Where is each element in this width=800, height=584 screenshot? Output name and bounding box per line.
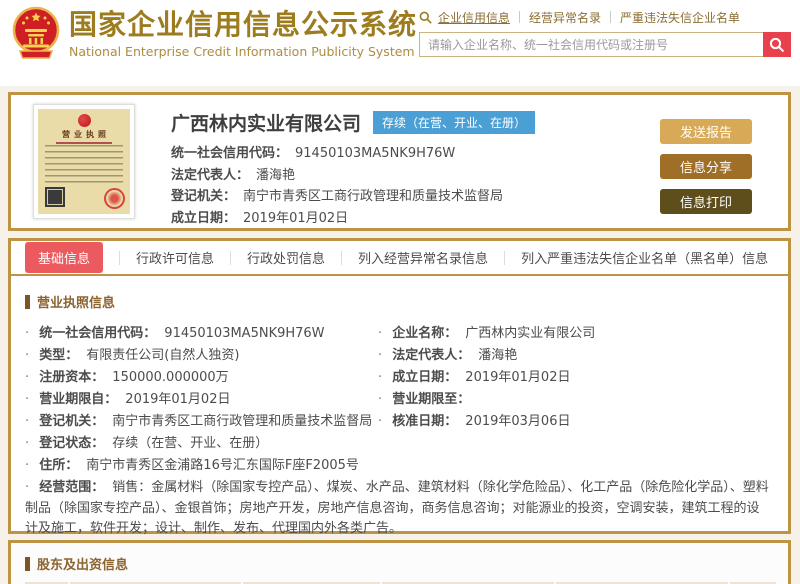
license-field-grid: 统一社会信用代码：91450103MA5NK9H76W 类型：有限责任公司(自然… [25, 323, 788, 455]
shareholders-panel: 股东及出资信息 [8, 540, 791, 584]
license-text-lines [45, 145, 123, 185]
tab-administrative-licensing[interactable]: 行政许可信息 [136, 248, 214, 267]
tab-bar: 基础信息 行政许可信息 行政处罚信息 列入经营异常名录信息 列入严重违法失信企业… [11, 241, 788, 276]
brand: 国家企业信用信息公示系统 National Enterprise Credit … [10, 5, 417, 61]
section-title-shareholders: 股东及出资信息 [25, 554, 788, 573]
red-seal-icon [104, 188, 125, 209]
field-registered-capital: 注册资本：150000.000000万 [25, 367, 378, 389]
field-registration-authority: 登记机关：南宁市青秀区工商行政管理和质量技术监督局 [25, 411, 378, 433]
national-emblem-icon [78, 114, 91, 127]
tab-divider [341, 251, 342, 265]
nav-divider [519, 11, 520, 23]
nav-link-abnormal-operations-list[interactable]: 经营异常名录 [529, 9, 601, 26]
field-business-scope: 经营范围：销售：金属材料（除国家专控产品）、煤炭、水产品、建筑材料（除化学危险品… [25, 478, 772, 540]
section-marker [25, 295, 30, 309]
tab-administrative-penalty[interactable]: 行政处罚信息 [247, 248, 325, 267]
card-field-registration-authority: 登记机关：南宁市青秀区工商行政管理和质量技术监督局 [171, 186, 651, 208]
section-title-business-license: 营业执照信息 [25, 292, 788, 311]
qr-code-icon [45, 187, 65, 207]
card-field-establishment-date: 成立日期：2019年01月02日 [171, 208, 651, 230]
tab-divider [504, 251, 505, 265]
national-emblem-logo [10, 5, 62, 61]
share-info-button[interactable]: 信息分享 [660, 154, 752, 179]
print-info-button[interactable]: 信息打印 [660, 189, 752, 214]
search-button[interactable] [763, 32, 791, 57]
field-company-name: 企业名称：广西林内实业有限公司 [378, 323, 788, 345]
top-nav: 企业信用信息 经营异常名录 严重违法失信企业名单 [419, 9, 791, 25]
field-registration-status: 登记状态：存续（在营、开业、在册） [25, 433, 378, 455]
field-operating-period-to: 营业期限至： [378, 389, 788, 411]
header-right: 企业信用信息 经营异常名录 严重违法失信企业名单 [419, 9, 791, 57]
field-address: 住所：南宁市青秀区金浦路16号汇东国际F座F2005号 [25, 455, 772, 477]
search-icon [769, 37, 785, 53]
detail-panel: 基础信息 行政许可信息 行政处罚信息 列入经营异常名录信息 列入严重违法失信企业… [8, 238, 791, 534]
tab-divider [230, 251, 231, 265]
card-actions: 发送报告 信息分享 信息打印 [660, 119, 752, 224]
section-marker [25, 557, 30, 571]
business-license-thumbnail[interactable]: 营业执照 [33, 104, 135, 219]
field-company-type: 类型：有限责任公司(自然人独资) [25, 345, 378, 367]
field-credit-code: 统一社会信用代码：91450103MA5NK9H76W [25, 323, 378, 345]
company-search-input[interactable] [419, 32, 763, 57]
site-header: 国家企业信用信息公示系统 National Enterprise Credit … [0, 0, 800, 86]
field-column-left: 统一社会信用代码：91450103MA5NK9H76W 类型：有限责任公司(自然… [25, 323, 378, 455]
brand-titles: 国家企业信用信息公示系统 National Enterprise Credit … [69, 7, 417, 59]
company-status-badge: 存续（在营、开业、在册） [373, 111, 535, 134]
search-bar [419, 32, 791, 57]
nav-divider [610, 11, 611, 23]
send-report-button[interactable]: 发送报告 [660, 119, 752, 144]
company-name: 广西林内实业有限公司 [171, 109, 361, 136]
nav-link-enterprise-credit-info[interactable]: 企业信用信息 [438, 9, 510, 26]
company-summary-card: 营业执照 广西林内实业有限公司 存续（在营、开业、在册） 统一社会信用代码：91… [8, 92, 791, 231]
site-title: 国家企业信用信息公示系统 [69, 7, 417, 43]
field-establishment-date: 成立日期：2019年01月02日 [378, 367, 788, 389]
company-info: 广西林内实业有限公司 存续（在营、开业、在册） 统一社会信用代码：9145010… [171, 109, 651, 229]
search-icon [419, 11, 432, 24]
field-legal-representative: 法定代表人：潘海艳 [378, 345, 788, 367]
field-operating-period-from: 营业期限自：2019年01月02日 [25, 389, 378, 411]
tab-serious-violations-blacklist[interactable]: 列入严重违法失信企业名单（黑名单）信息 [521, 248, 768, 267]
page: 国家企业信用信息公示系统 National Enterprise Credit … [0, 0, 800, 584]
card-field-legal-representative: 法定代表人：潘海艳 [171, 165, 651, 187]
field-column-right: 企业名称：广西林内实业有限公司 法定代表人：潘海艳 成立日期：2019年01月0… [378, 323, 788, 455]
tab-abnormal-operations[interactable]: 列入经营异常名录信息 [358, 248, 488, 267]
tab-divider [119, 251, 120, 265]
company-name-row: 广西林内实业有限公司 存续（在营、开业、在册） [171, 109, 651, 136]
license-caption: 营业执照 [38, 129, 130, 140]
license-divider [56, 142, 112, 144]
nav-link-serious-violations-list[interactable]: 严重违法失信企业名单 [620, 9, 740, 26]
site-subtitle: National Enterprise Credit Information P… [69, 44, 417, 59]
license-paper: 营业执照 [38, 109, 130, 214]
card-field-credit-code: 统一社会信用代码：91450103MA5NK9H76W [171, 143, 651, 165]
tab-basic-info[interactable]: 基础信息 [25, 242, 103, 273]
field-approval-date: 核准日期：2019年03月06日 [378, 411, 788, 433]
company-fields: 统一社会信用代码：91450103MA5NK9H76W 法定代表人：潘海艳 登记… [171, 143, 651, 229]
